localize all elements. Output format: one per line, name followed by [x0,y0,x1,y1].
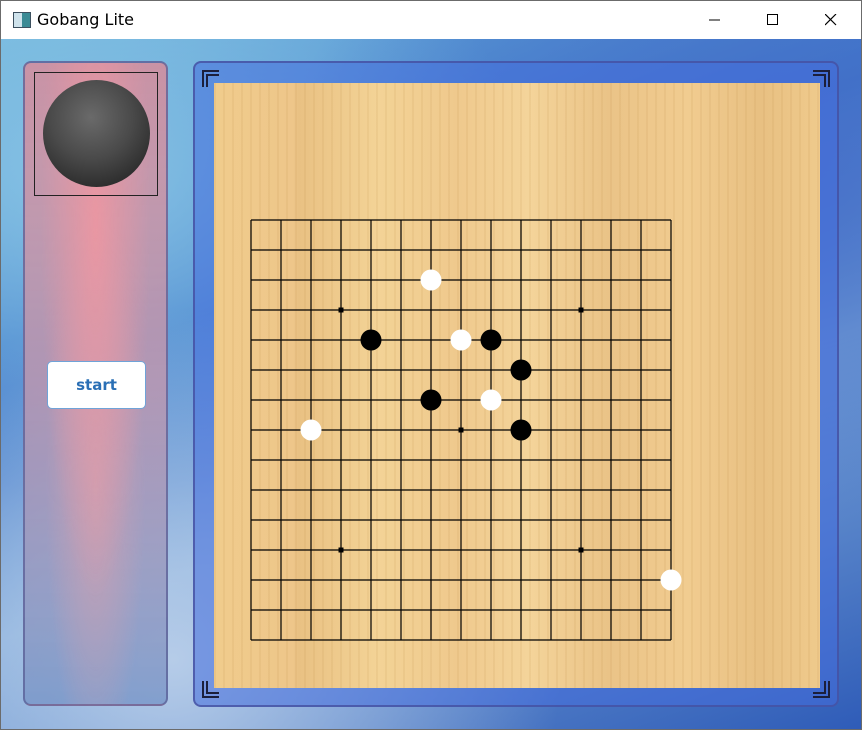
app-icon [13,12,31,28]
white-stone [660,569,682,591]
black-stone [510,419,532,441]
star-point [458,427,464,433]
gobang-board[interactable] [214,83,820,688]
black-stone [420,389,442,411]
black-stone [360,329,382,351]
white-stone [420,269,442,291]
close-button[interactable] [802,1,860,39]
star-point [578,547,584,553]
current-player-indicator [34,72,158,196]
game-area: start [1,39,861,729]
start-button[interactable]: start [47,361,146,409]
app-window: Gobang Lite start [0,0,862,730]
star-point [338,547,344,553]
black-stone [480,329,502,351]
current-player-stone [43,80,150,187]
minimize-icon [709,19,720,21]
star-point [578,307,584,313]
white-stone [480,389,502,411]
black-stone [510,359,532,381]
maximize-icon [767,14,778,25]
maximize-button[interactable] [744,1,802,39]
minimize-button[interactable] [686,1,744,39]
white-stone [300,419,322,441]
window-title: Gobang Lite [37,10,135,29]
title-bar[interactable]: Gobang Lite [1,1,861,39]
close-icon [825,14,837,26]
white-stone [450,329,472,351]
star-point [338,307,344,313]
board-grid[interactable] [214,83,820,688]
